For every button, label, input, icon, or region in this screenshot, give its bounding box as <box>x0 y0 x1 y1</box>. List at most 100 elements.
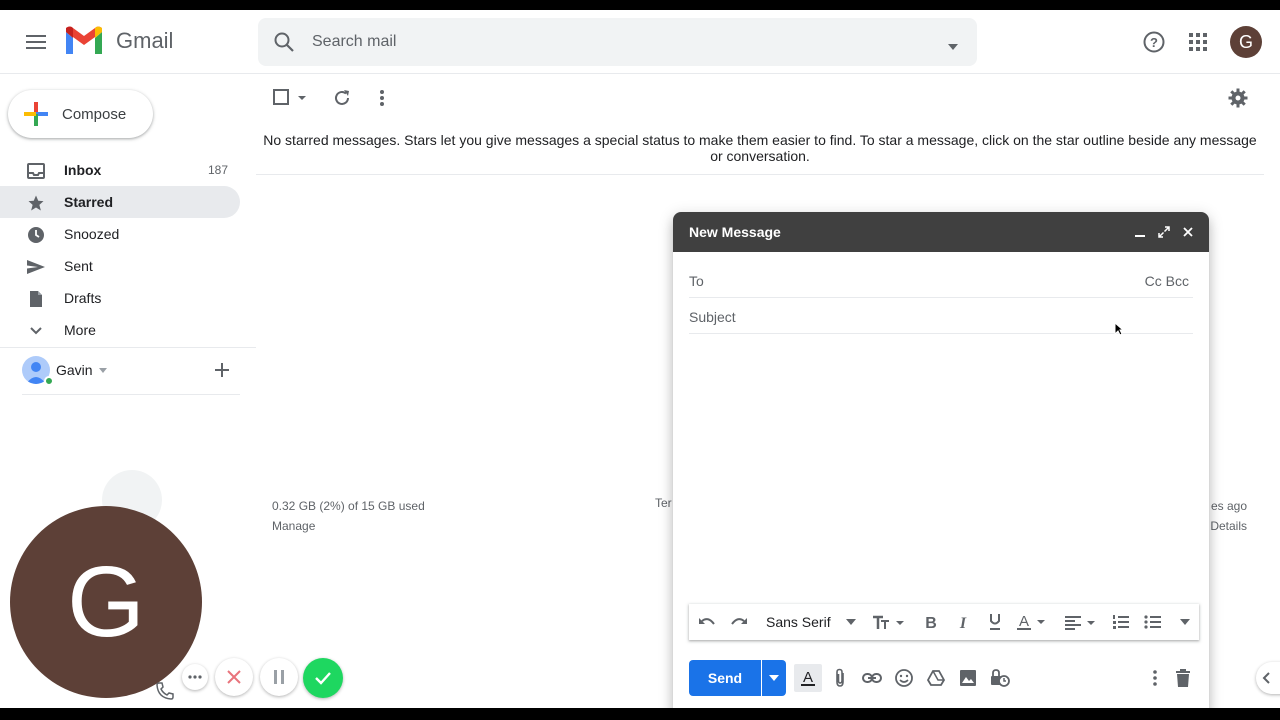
bold-icon[interactable]: B <box>921 612 941 632</box>
more-options-icon[interactable] <box>1145 668 1165 688</box>
sidebar-item-sent[interactable]: Sent <box>0 250 240 282</box>
font-size-icon[interactable] <box>871 612 907 632</box>
sidebar-item-inbox[interactable]: Inbox 187 <box>0 154 240 186</box>
side-panel-toggle[interactable] <box>1256 662 1280 694</box>
compose-label: Compose <box>62 105 127 123</box>
insert-link-icon[interactable] <box>862 668 882 688</box>
hangouts-user[interactable]: Gavin <box>22 356 107 386</box>
chevron-down-icon <box>26 321 46 341</box>
sidebar-item-label: Starred <box>64 194 114 210</box>
help-icon[interactable]: ? <box>1142 30 1166 54</box>
sidebar-item-snoozed[interactable]: Snoozed <box>0 218 240 250</box>
close-icon[interactable] <box>1180 224 1196 240</box>
sidebar-item-label: Drafts <box>64 290 102 306</box>
search-bar[interactable] <box>258 18 977 66</box>
select-checkbox[interactable] <box>272 86 312 110</box>
more-formatting-icon[interactable] <box>1175 612 1195 632</box>
sidebar-divider <box>22 394 240 395</box>
inbox-icon <box>26 161 46 181</box>
sidebar-item-starred[interactable]: Starred <box>0 186 240 218</box>
hold-call-button[interactable] <box>260 658 298 696</box>
font-family-select[interactable]: Sans Serif <box>766 614 831 630</box>
refresh-icon[interactable] <box>330 86 354 110</box>
chevron-left-icon <box>1262 672 1270 684</box>
numbered-list-icon[interactable] <box>1111 612 1131 632</box>
more-vert-icon[interactable] <box>370 86 394 110</box>
svg-text:A: A <box>1019 613 1029 630</box>
svg-text:I: I <box>959 615 967 630</box>
checkbox-icon <box>273 89 306 105</box>
phone-icon[interactable] <box>156 682 174 705</box>
send-button[interactable]: Send <box>689 660 761 696</box>
to-label: To <box>689 273 704 289</box>
search-options-caret-icon[interactable] <box>947 38 959 56</box>
star-icon <box>26 193 46 213</box>
sidebar-item-label: Sent <box>64 258 93 274</box>
sidebar-item-label: Snoozed <box>64 226 120 242</box>
attach-file-icon[interactable] <box>830 668 850 688</box>
manage-storage-link[interactable]: Manage <box>272 516 425 536</box>
cc-bcc-link[interactable]: Cc Bcc <box>1145 273 1189 289</box>
add-contact-icon[interactable] <box>214 362 230 383</box>
redo-icon[interactable] <box>729 612 749 632</box>
align-icon[interactable] <box>1063 612 1097 632</box>
settings-gear-icon[interactable] <box>1226 86 1250 110</box>
gmail-screen: Gmail ? G Compose <box>0 10 1280 708</box>
empty-starred-message: No starred messages. Stars let you give … <box>263 132 1257 164</box>
compose-window-title: New Message <box>689 224 781 240</box>
online-status-dot <box>44 376 54 386</box>
confidential-mode-icon[interactable] <box>990 668 1010 688</box>
google-drive-icon[interactable] <box>926 668 946 688</box>
search-icon[interactable] <box>272 30 296 59</box>
svg-text:B: B <box>925 615 937 630</box>
sidebar-item-more[interactable]: More <box>0 314 240 346</box>
discard-draft-icon[interactable] <box>1173 668 1193 688</box>
more-horiz-icon <box>188 675 202 679</box>
text-color-icon[interactable]: A <box>1017 612 1047 632</box>
message-body[interactable] <box>689 342 1193 592</box>
emoji-icon[interactable] <box>894 668 914 688</box>
subject-placeholder: Subject <box>689 309 736 325</box>
schedule-send-button[interactable] <box>762 660 786 696</box>
insert-photo-icon[interactable] <box>958 668 978 688</box>
account-avatar[interactable]: G <box>1230 26 1262 58</box>
details-link[interactable]: Details <box>1210 516 1247 536</box>
formatting-options-icon[interactable]: A <box>794 664 822 692</box>
formatting-toolbar: Sans Serif B I A <box>689 604 1199 640</box>
call-more-options-button[interactable] <box>182 664 208 690</box>
pause-icon <box>274 670 284 684</box>
sidebar-item-drafts[interactable]: Drafts <box>0 282 240 314</box>
gmail-logo[interactable]: Gmail <box>64 26 173 56</box>
main-divider <box>256 174 1264 175</box>
hangouts-user-name: Gavin <box>56 362 93 378</box>
underline-icon[interactable] <box>985 612 1005 632</box>
compose-window-header[interactable]: New Message <box>673 212 1209 252</box>
minimize-icon[interactable] <box>1132 224 1148 240</box>
activity-info: es ago Details <box>1210 496 1247 536</box>
fullscreen-icon[interactable] <box>1156 224 1172 240</box>
svg-text:A: A <box>803 669 813 686</box>
last-activity: es ago <box>1210 499 1247 513</box>
accept-call-button[interactable] <box>303 658 343 698</box>
caller-avatar: G <box>10 506 202 698</box>
send-icon <box>26 257 46 277</box>
caret-down-icon[interactable] <box>841 612 861 632</box>
decline-call-button[interactable] <box>215 658 253 696</box>
recipients-field[interactable]: To Cc Bcc <box>689 262 1193 298</box>
undo-icon[interactable] <box>697 612 717 632</box>
italic-icon[interactable]: I <box>953 612 973 632</box>
storage-usage: 0.32 GB (2%) of 15 GB used <box>272 499 425 513</box>
search-input[interactable] <box>312 18 912 66</box>
caret-down-icon <box>98 367 107 373</box>
sidebar-divider <box>0 347 256 348</box>
close-icon <box>227 670 241 684</box>
terms-link[interactable]: Ter <box>655 496 672 510</box>
message-toolbar <box>256 74 1280 122</box>
compose-button[interactable]: Compose <box>8 90 153 138</box>
caret-down-icon <box>769 675 779 681</box>
bulleted-list-icon[interactable] <box>1143 612 1163 632</box>
main-menu-button[interactable] <box>16 22 56 62</box>
apps-grid-icon[interactable] <box>1186 30 1210 54</box>
mouse-cursor <box>1114 321 1125 341</box>
sidebar-item-label: More <box>64 322 96 338</box>
